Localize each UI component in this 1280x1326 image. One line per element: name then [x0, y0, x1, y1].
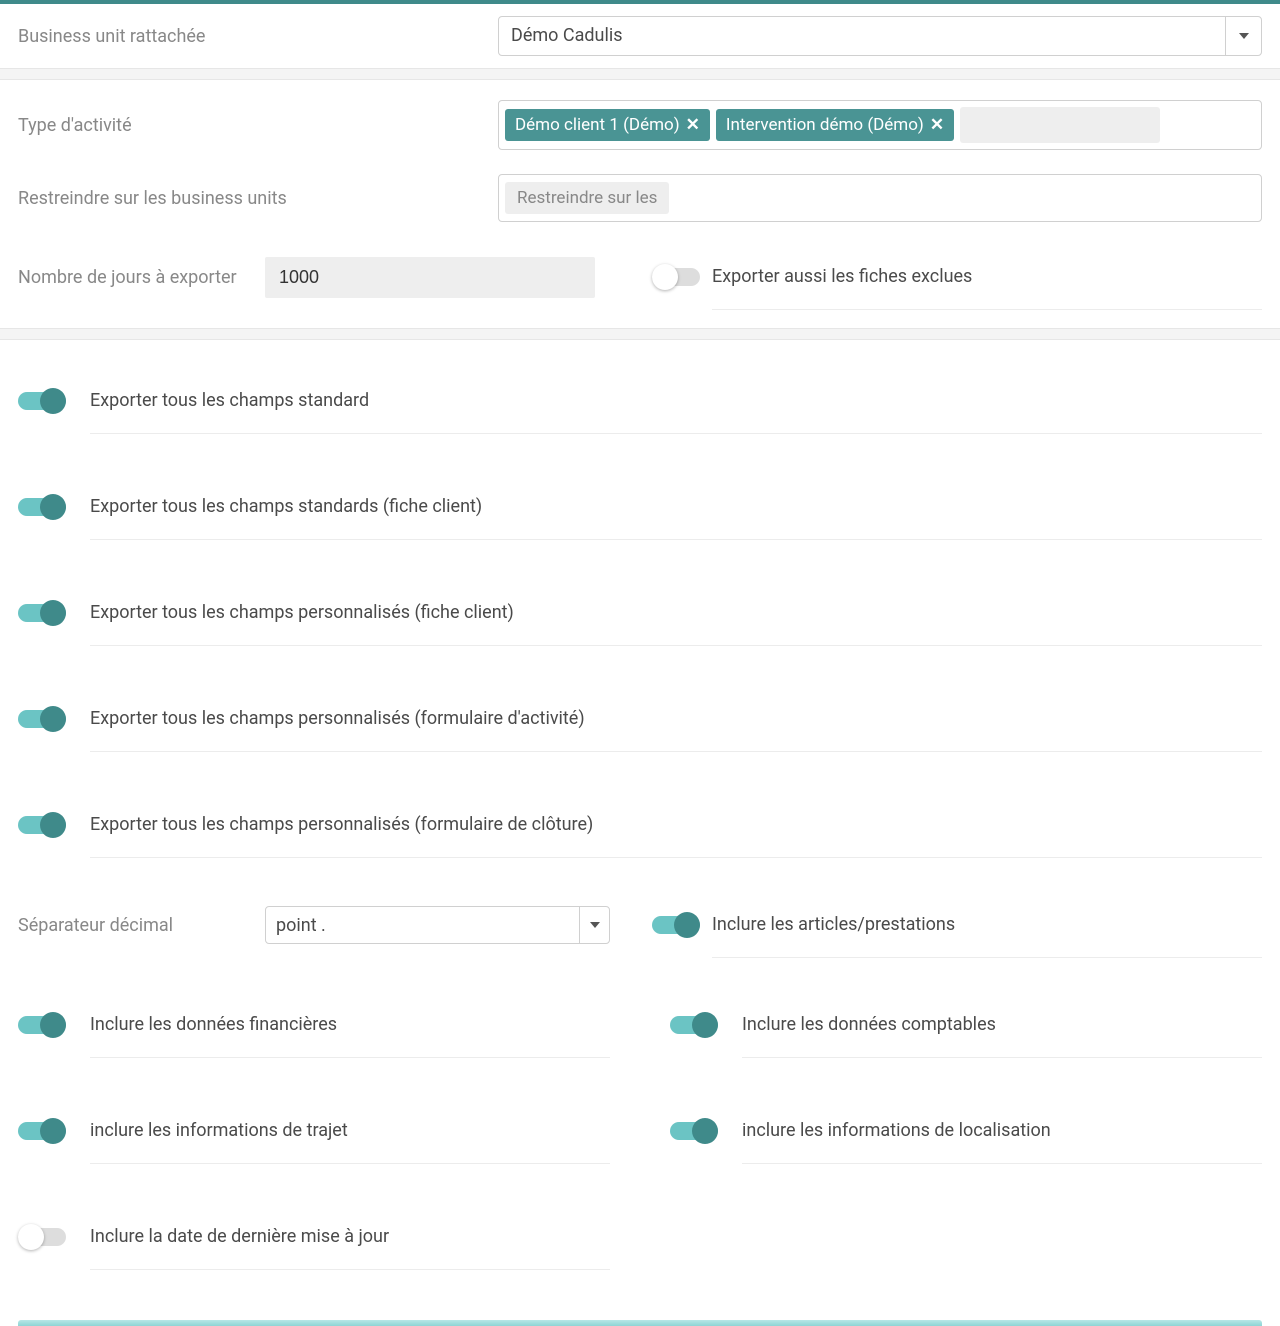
bu-label: Business unit rattachée: [18, 26, 498, 47]
activity-tag-label: Démo client 1 (Démo): [515, 115, 680, 135]
export-excluded-label: Exporter aussi les fiches exclues: [712, 266, 1262, 310]
restrict-bu-placeholder: Restreindre sur les: [505, 182, 669, 214]
include-toggle-label: Inclure la date de dernière mise à jour: [90, 1226, 610, 1270]
activity-type-tags[interactable]: Démo client 1 (Démo)✕Intervention démo (…: [498, 100, 1262, 150]
close-icon[interactable]: ✕: [686, 115, 700, 135]
export-excluded-toggle[interactable]: [652, 264, 700, 290]
include-toggle-label: inclure les informations de localisation: [742, 1120, 1262, 1164]
include-toggle-label: Inclure les données comptables: [742, 1014, 1262, 1058]
bottom-accent: [18, 1320, 1262, 1326]
include-toggle-0-right[interactable]: [670, 1012, 718, 1038]
export-toggle-2[interactable]: [18, 600, 66, 626]
export-toggle-1[interactable]: [18, 494, 66, 520]
activity-type-input[interactable]: [960, 107, 1160, 143]
decimal-select[interactable]: point .: [265, 906, 610, 944]
days-input[interactable]: [265, 257, 595, 298]
export-toggle-label: Exporter tous les champs personnalisés (…: [90, 814, 1262, 858]
export-toggle-label: Exporter tous les champs personnalisés (…: [90, 602, 1262, 646]
decimal-label: Séparateur décimal: [18, 915, 253, 936]
export-toggle-label: Exporter tous les champs standards (fich…: [90, 496, 1262, 540]
activity-type-label: Type d'activité: [18, 115, 498, 136]
include-toggle-1-right[interactable]: [670, 1118, 718, 1144]
days-label: Nombre de jours à exporter: [18, 267, 253, 288]
include-articles-toggle[interactable]: [652, 912, 700, 938]
restrict-bu-label: Restreindre sur les business units: [18, 188, 498, 209]
activity-tag[interactable]: Démo client 1 (Démo) ✕: [505, 109, 710, 141]
bu-select-value: Démo Cadulis: [499, 17, 1225, 55]
export-toggle-4[interactable]: [18, 812, 66, 838]
include-toggle-1-left[interactable]: [18, 1118, 66, 1144]
activity-tag[interactable]: Intervention démo (Démo) ✕: [716, 109, 954, 141]
include-toggle-label: inclure les informations de trajet: [90, 1120, 610, 1164]
export-toggle-label: Exporter tous les champs standard: [90, 390, 1262, 434]
export-toggle-3[interactable]: [18, 706, 66, 732]
restrict-bu-box[interactable]: Restreindre sur les: [498, 174, 1262, 222]
bu-select[interactable]: Démo Cadulis: [498, 16, 1262, 56]
chevron-down-icon: [1225, 17, 1261, 55]
include-toggle-label: Inclure les données financières: [90, 1014, 610, 1058]
activity-tag-label: Intervention démo (Démo): [726, 115, 924, 135]
chevron-down-icon: [579, 907, 609, 943]
close-icon[interactable]: ✕: [930, 115, 944, 135]
include-toggle-2-left[interactable]: [18, 1224, 66, 1250]
decimal-select-value: point .: [266, 907, 579, 943]
export-toggle-label: Exporter tous les champs personnalisés (…: [90, 708, 1262, 752]
include-articles-label: Inclure les articles/prestations: [712, 914, 1262, 958]
include-toggle-0-left[interactable]: [18, 1012, 66, 1038]
export-toggle-0[interactable]: [18, 388, 66, 414]
